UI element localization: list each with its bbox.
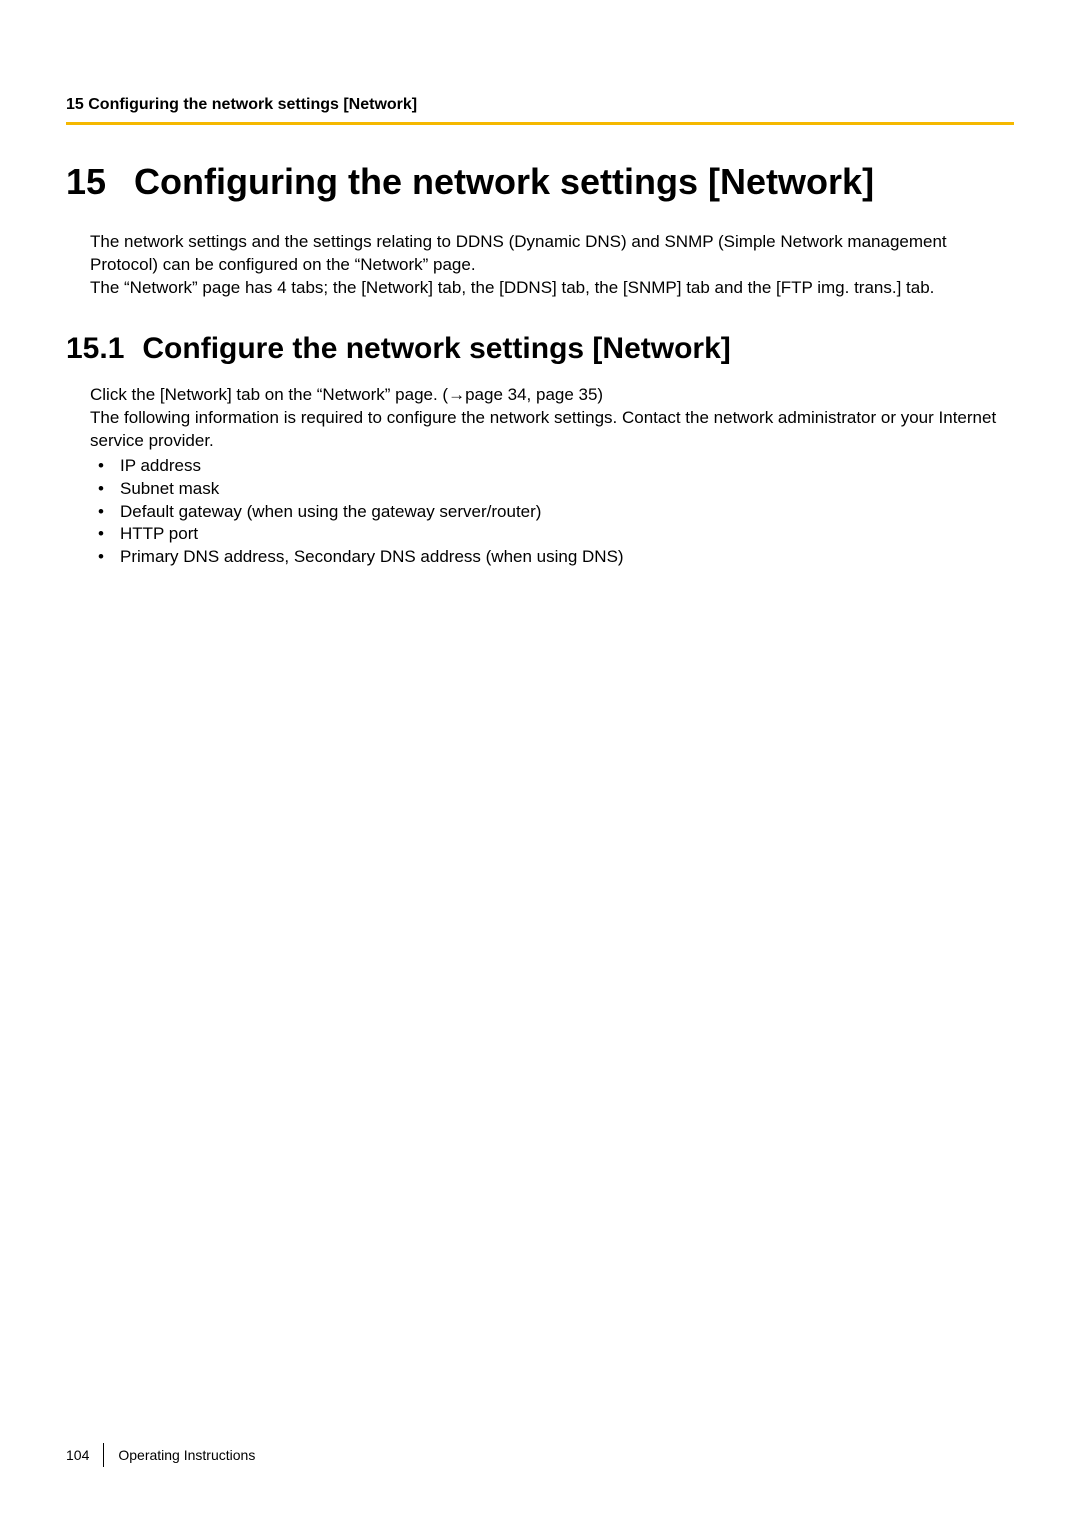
section-heading: 15.1 Configure the network settings [Net… — [66, 332, 1014, 366]
chapter-heading: 15 Configuring the network settings [Net… — [66, 161, 1014, 203]
page-footer: 104 Operating Instructions — [66, 1443, 255, 1467]
intro-paragraph-2: The “Network” page has 4 tabs; the [Netw… — [90, 277, 1014, 300]
list-item: Subnet mask — [90, 478, 1014, 501]
page-container: 15 Configuring the network settings [Net… — [0, 0, 1080, 1527]
chapter-number: 15 — [66, 161, 106, 203]
section-paragraph-2: The following information is required to… — [90, 407, 1014, 453]
intro-paragraph-1: The network settings and the settings re… — [90, 231, 1014, 277]
section-number: 15.1 — [66, 332, 124, 366]
page-number: 104 — [66, 1443, 104, 1467]
list-item: Default gateway (when using the gateway … — [90, 501, 1014, 524]
footer-doc-title: Operating Instructions — [104, 1447, 255, 1463]
bullet-list: IP address Subnet mask Default gateway (… — [90, 455, 1014, 570]
list-item: IP address — [90, 455, 1014, 478]
header-rule — [66, 122, 1014, 125]
chapter-title: Configuring the network settings [Networ… — [134, 161, 874, 203]
running-head: 15 Configuring the network settings [Net… — [66, 96, 1014, 114]
section-paragraph-1: Click the [Network] tab on the “Network”… — [90, 384, 1014, 407]
list-item: HTTP port — [90, 523, 1014, 546]
chapter-intro: The network settings and the settings re… — [90, 231, 1014, 300]
section-body: Click the [Network] tab on the “Network”… — [90, 384, 1014, 453]
list-item: Primary DNS address, Secondary DNS addre… — [90, 546, 1014, 569]
section-title: Configure the network settings [Network] — [142, 332, 730, 366]
